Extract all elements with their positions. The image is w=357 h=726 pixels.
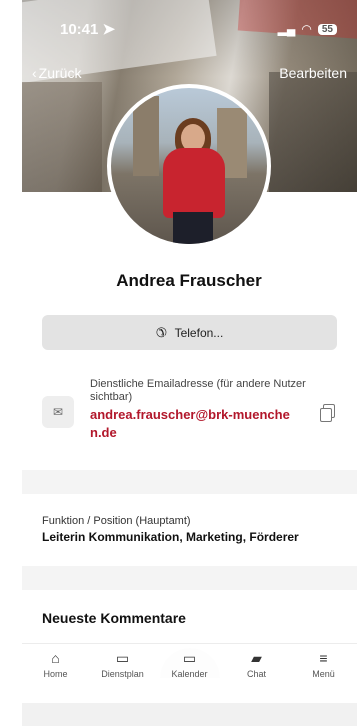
battery-icon: 55	[317, 23, 337, 35]
tab-menu[interactable]: ≡ Menü	[290, 644, 357, 704]
tab-kalender[interactable]: ▭ Kalender	[156, 644, 223, 704]
avatar-bg-tower	[133, 96, 159, 176]
home-indicator-area	[22, 703, 357, 726]
email-label: Dienstliche Emailadresse (für andere Nut…	[90, 378, 306, 403]
phone-icon: ✆	[155, 324, 167, 340]
status-time: 10:41 ➤	[60, 21, 116, 38]
phone-button-label: Telefon...	[174, 325, 224, 340]
signal-icon: ▂▄	[277, 22, 296, 36]
calendar-icon: ▭	[182, 650, 197, 666]
tab-label: Dienstplan	[101, 669, 144, 679]
tab-bar: ⌂ Home ▭ Dienstplan ▭ Kalender ▰ Chat ≡ …	[22, 643, 357, 704]
comments-title: Neueste Kommentare	[42, 610, 186, 626]
function-label: Funktion / Position (Hauptamt)	[42, 515, 191, 527]
profile-name: Andrea Frauscher	[116, 271, 262, 290]
avatar	[107, 84, 271, 248]
avatar-legs	[173, 212, 213, 244]
avatar-jacket	[163, 148, 225, 218]
section-divider	[22, 566, 357, 590]
header-building-left	[22, 82, 102, 192]
phone-button[interactable]: ✆ Telefon...	[42, 315, 337, 350]
calendar-icon: ▭	[115, 650, 130, 666]
email-value[interactable]: andrea.frauscher@brk-muenchen.de	[90, 406, 300, 442]
menu-icon: ≡	[319, 650, 328, 666]
function-value: Leiterin Kommunikation, Marketing, Förde…	[42, 530, 299, 544]
wifi-icon: ◠	[301, 22, 312, 36]
tab-dienstplan[interactable]: ▭ Dienstplan	[89, 644, 156, 704]
tab-label: Kalender	[171, 669, 208, 679]
tab-label: Chat	[246, 669, 266, 679]
section-divider	[22, 470, 357, 494]
tab-label: Home	[43, 669, 68, 679]
back-button[interactable]: ‹ Zurück	[32, 65, 81, 81]
chat-icon: ▰	[251, 650, 262, 666]
chevron-left-icon: ‹	[32, 65, 37, 81]
tab-chat[interactable]: ▰ Chat	[223, 644, 290, 704]
home-icon: ⌂	[51, 650, 60, 666]
header-building-right	[269, 72, 357, 192]
location-arrow-icon: ➤	[102, 21, 116, 38]
back-label: Zurück	[38, 65, 82, 81]
status-indicators: ▂▄ ◠ 55	[278, 22, 337, 36]
copy-icon[interactable]	[320, 404, 335, 422]
mail-icon: ✉	[42, 396, 74, 428]
edit-button[interactable]: Bearbeiten	[279, 65, 347, 81]
tab-home[interactable]: ⌂ Home	[22, 644, 89, 704]
tab-label: Menü	[312, 669, 335, 679]
